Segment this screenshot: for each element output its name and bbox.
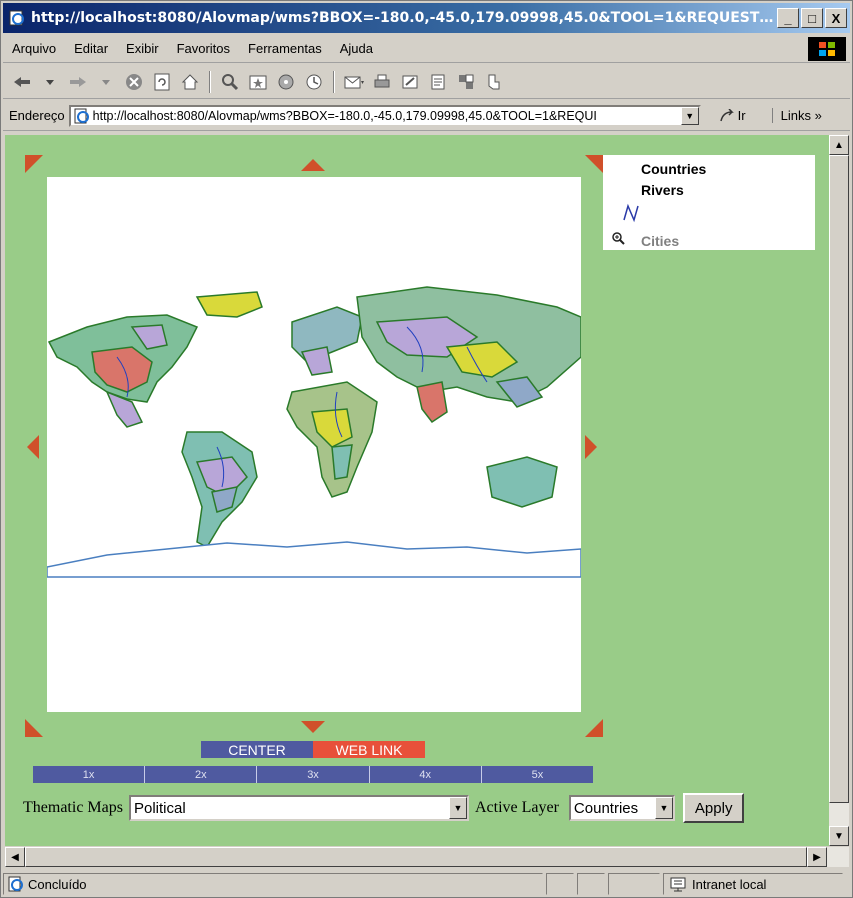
zoom-3x-button[interactable]: 3x [257, 766, 370, 783]
pan-southeast-arrow[interactable] [585, 719, 603, 737]
thematic-maps-value: Political [133, 799, 186, 817]
zoom-5x-button[interactable]: 5x [481, 766, 594, 783]
forward-icon[interactable] [67, 71, 89, 93]
zoom-in-icon[interactable] [611, 231, 625, 245]
status-main: Concluído [3, 873, 543, 895]
mail-icon[interactable] [343, 71, 365, 93]
go-arrow-icon [719, 108, 734, 121]
discuss-icon[interactable] [427, 71, 449, 93]
address-url: http://localhost:8080/Alovmap/wms?BBOX=-… [92, 108, 597, 123]
weblink-button[interactable]: WEB LINK [313, 741, 425, 758]
research-icon[interactable] [483, 71, 505, 93]
pan-east-arrow[interactable] [585, 435, 597, 459]
ie-page-icon [7, 8, 27, 28]
back-icon[interactable] [11, 71, 33, 93]
stop-icon[interactable] [123, 71, 145, 93]
ie-page-icon [74, 108, 89, 123]
maximize-button[interactable]: □ [801, 8, 823, 28]
scroll-up-icon[interactable]: ▲ [829, 135, 849, 155]
intranet-zone-icon [670, 877, 686, 892]
thematic-maps-select[interactable]: Political ▼ [128, 795, 469, 821]
zoom-4x-button[interactable]: 4x [369, 766, 482, 783]
close-button[interactable]: X [825, 8, 847, 28]
status-cell [608, 873, 660, 895]
menu-ajuda[interactable]: Ajuda [331, 41, 382, 56]
active-layer-value: Countries [573, 799, 639, 817]
legend-countries[interactable]: Countries [641, 161, 706, 177]
horizontal-scrollbar[interactable]: ◀ ▶ [5, 847, 849, 867]
pan-west-arrow[interactable] [27, 435, 39, 459]
go-label: Ir [737, 108, 746, 123]
menu-editar[interactable]: Editar [65, 41, 117, 56]
status-bar: Concluído Intranet local [3, 871, 850, 897]
scroll-down-icon[interactable]: ▼ [829, 826, 849, 846]
apply-button[interactable]: Apply [682, 793, 745, 823]
world-map[interactable] [47, 177, 581, 712]
address-bar: Endereço http://localhost:8080/Alovmap/w… [3, 101, 850, 131]
legend-rivers[interactable]: Rivers [641, 182, 684, 198]
search-icon[interactable] [219, 71, 241, 93]
zone-label: Intranet local [692, 876, 767, 892]
chevron-down-icon[interactable]: ▼ [654, 797, 673, 819]
print-icon[interactable] [371, 71, 393, 93]
menu-bar: Arquivo Editar Exibir Favoritos Ferramen… [3, 35, 850, 63]
map-options-form: Thematic Maps Political ▼ Active Layer C… [23, 793, 745, 823]
vertical-scroll-thumb[interactable] [829, 155, 849, 803]
pan-north-arrow[interactable] [301, 159, 325, 171]
go-button[interactable]: Ir [719, 108, 746, 123]
media-icon[interactable] [275, 71, 297, 93]
title-bar[interactable]: http://localhost:8080/Alovmap/wms?BBOX=-… [3, 3, 850, 33]
chevron-down-icon[interactable]: ▼ [448, 797, 467, 819]
menu-favoritos[interactable]: Favoritos [168, 41, 239, 56]
minimize-button[interactable]: _ [777, 8, 799, 28]
menu-exibir[interactable]: Exibir [117, 41, 168, 56]
zoom-1x-button[interactable]: 1x [33, 766, 146, 783]
menu-ferramentas[interactable]: Ferramentas [239, 41, 331, 56]
pan-south-arrow[interactable] [301, 721, 325, 733]
center-button[interactable]: CENTER [201, 741, 313, 758]
favorites-icon[interactable] [247, 71, 269, 93]
active-layer-label: Active Layer [474, 799, 559, 816]
status-cell [546, 873, 574, 895]
thematic-maps-label: Thematic Maps [23, 799, 123, 816]
page-content: Countries Rivers Cities CENTER WEB LINK … [5, 135, 829, 846]
links-button[interactable]: Links » [771, 108, 822, 123]
legend-cities[interactable]: Cities [641, 233, 679, 249]
history-icon[interactable] [303, 71, 325, 93]
vertical-scrollbar[interactable]: ▲ ▼ [829, 135, 849, 846]
status-cell [577, 873, 605, 895]
zoom-bar: 1x 2x 3x 4x 5x [33, 766, 594, 783]
security-zone: Intranet local [663, 873, 843, 895]
layer-legend: Countries Rivers Cities [603, 155, 815, 250]
ie-page-icon [8, 876, 23, 892]
scroll-right-icon[interactable]: ▶ [807, 847, 827, 867]
back-dropdown-icon[interactable] [39, 71, 61, 93]
pan-northwest-arrow[interactable] [25, 155, 43, 173]
edit-icon[interactable] [399, 71, 421, 93]
address-input[interactable]: http://localhost:8080/Alovmap/wms?BBOX=-… [68, 104, 701, 127]
river-symbol-icon [623, 203, 639, 223]
status-text: Concluído [28, 876, 87, 892]
chevron-down-icon[interactable]: ▼ [680, 106, 699, 125]
toolbar-separator [333, 70, 335, 93]
menu-arquivo[interactable]: Arquivo [3, 41, 65, 56]
toolbar-separator [209, 70, 211, 93]
pan-northeast-arrow[interactable] [585, 155, 603, 173]
horizontal-scroll-thumb[interactable] [25, 847, 807, 867]
browser-window: http://localhost:8080/Alovmap/wms?BBOX=-… [0, 0, 853, 898]
address-label: Endereço [9, 108, 65, 123]
windows-logo-icon [808, 36, 846, 61]
window-title: http://localhost:8080/Alovmap/wms?BBOX=-… [31, 10, 777, 26]
scroll-left-icon[interactable]: ◀ [5, 847, 25, 867]
home-icon[interactable] [179, 71, 201, 93]
active-layer-select[interactable]: Countries ▼ [568, 795, 675, 821]
toolbar [3, 65, 850, 99]
forward-dropdown-icon[interactable] [95, 71, 117, 93]
pan-southwest-arrow[interactable] [25, 719, 43, 737]
zoom-2x-button[interactable]: 2x [145, 766, 258, 783]
messenger-icon[interactable] [455, 71, 477, 93]
refresh-icon[interactable] [151, 71, 173, 93]
